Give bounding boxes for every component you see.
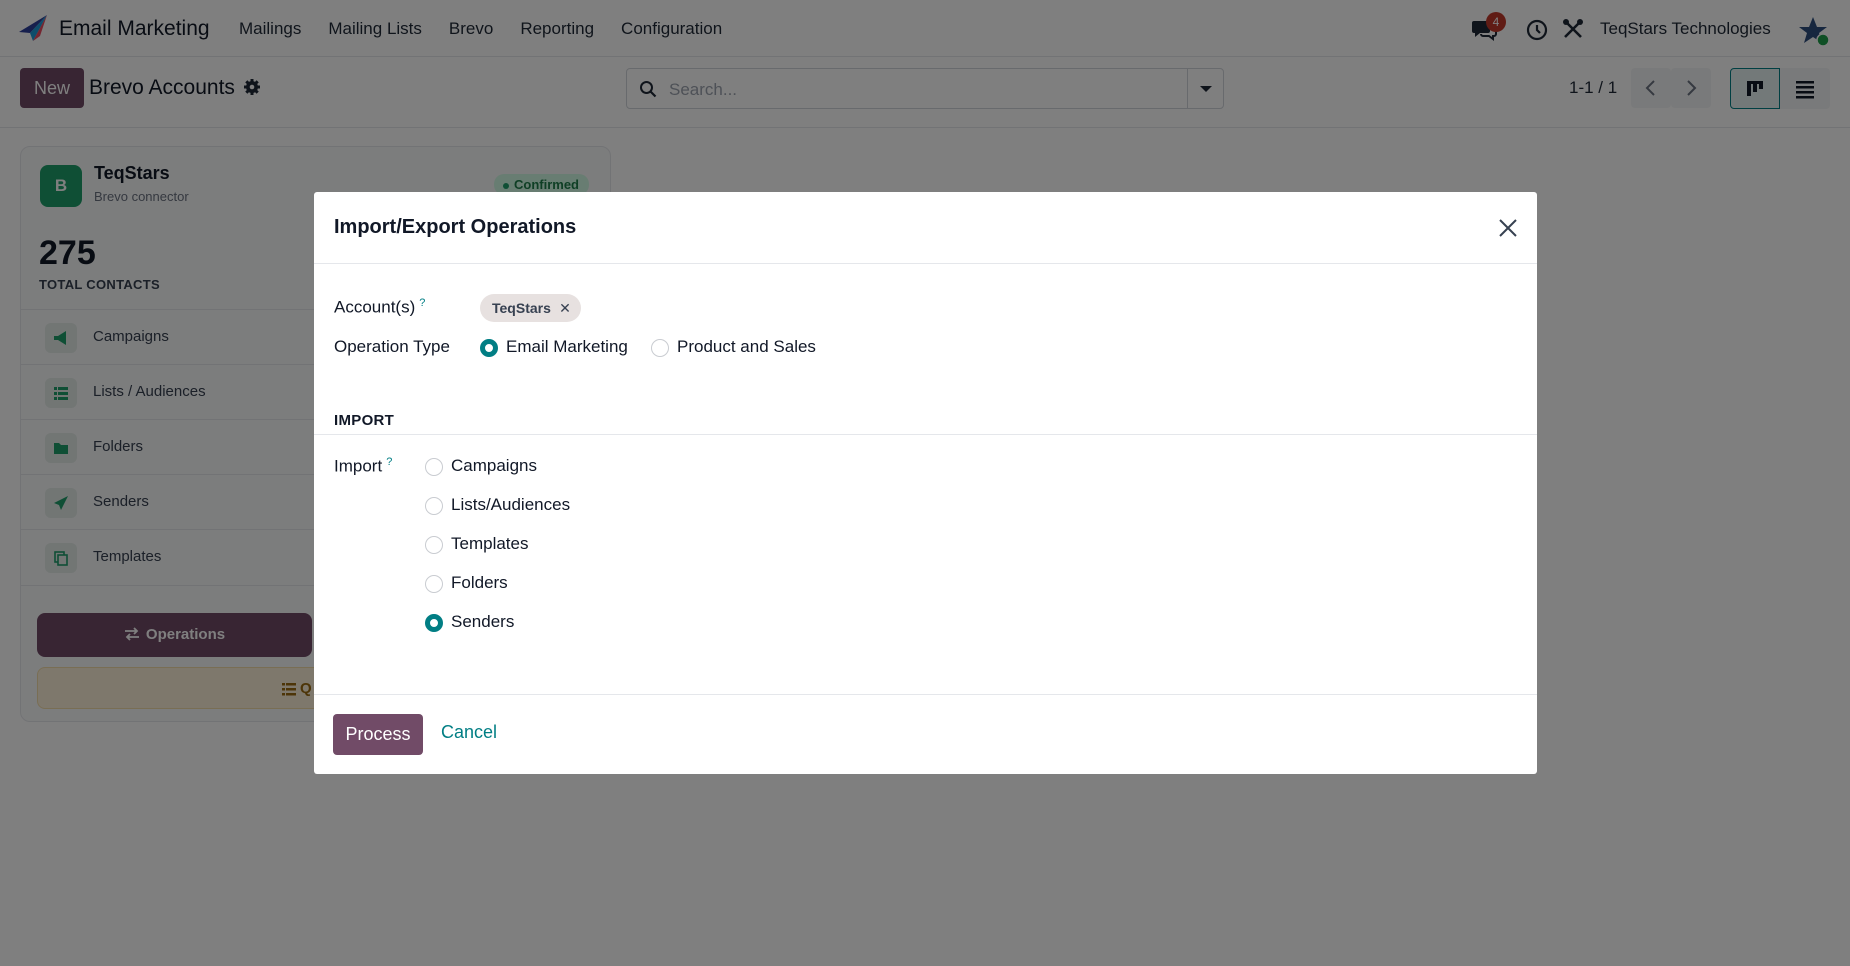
section-divider	[314, 434, 1537, 435]
radio-import-lists-audiences-label[interactable]: Lists/Audiences	[451, 495, 570, 515]
radio-email-marketing[interactable]	[480, 339, 498, 357]
dialog-title: Import/Export Operations	[334, 216, 577, 238]
import-label: Import?	[334, 456, 392, 477]
radio-import-lists-audiences[interactable]	[425, 497, 443, 515]
radio-import-templates[interactable]	[425, 536, 443, 554]
account-tag-label: TeqStars	[492, 300, 551, 316]
accounts-label: Account(s)?	[334, 297, 425, 318]
import-export-dialog: Import/Export Operations Account(s)? Teq…	[314, 192, 1537, 774]
import-label-text: Import	[334, 456, 383, 476]
accounts-help-icon[interactable]: ?	[419, 297, 425, 309]
radio-product-and-sales-label[interactable]: Product and Sales	[677, 337, 816, 357]
import-help-icon[interactable]: ?	[386, 456, 392, 468]
process-button[interactable]: Process	[333, 714, 423, 755]
account-tag: TeqStars ✕	[480, 294, 581, 322]
radio-email-marketing-label[interactable]: Email Marketing	[506, 337, 628, 357]
dialog-header: Import/Export Operations	[314, 192, 1537, 264]
import-section-title: IMPORT	[334, 412, 395, 429]
dialog-footer: Process Cancel	[314, 694, 1537, 774]
close-icon[interactable]	[1496, 216, 1520, 240]
radio-import-senders-label[interactable]: Senders	[451, 612, 514, 632]
cancel-button[interactable]: Cancel	[441, 722, 497, 743]
radio-import-templates-label[interactable]: Templates	[451, 534, 528, 554]
accounts-label-text: Account(s)	[334, 297, 416, 317]
radio-import-folders[interactable]	[425, 575, 443, 593]
radio-import-campaigns[interactable]	[425, 458, 443, 476]
radio-product-and-sales[interactable]	[651, 339, 669, 357]
radio-import-campaigns-label[interactable]: Campaigns	[451, 456, 537, 476]
remove-tag-icon[interactable]: ✕	[559, 294, 571, 322]
radio-import-folders-label[interactable]: Folders	[451, 573, 508, 593]
radio-import-senders[interactable]	[425, 614, 443, 632]
operation-type-label: Operation Type	[334, 337, 450, 356]
